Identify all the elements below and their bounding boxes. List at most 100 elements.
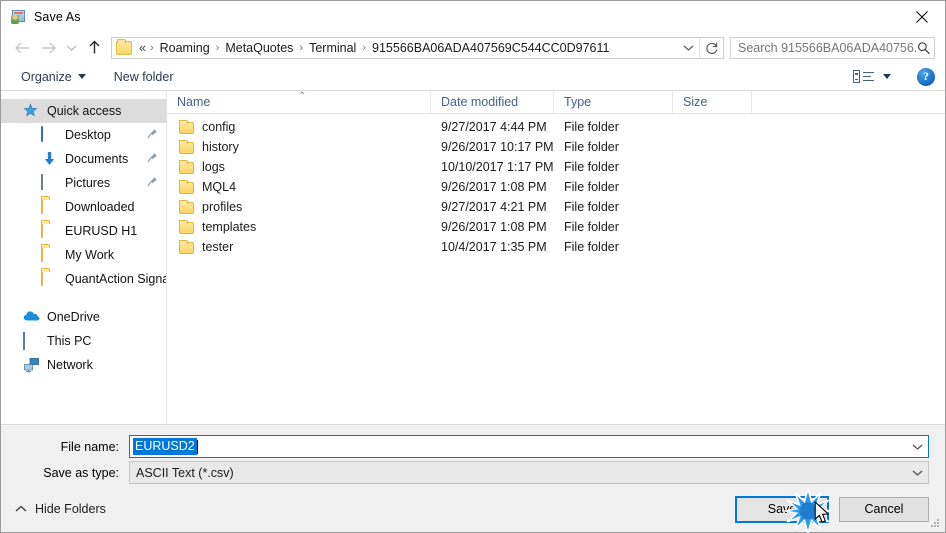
column-header-label: Date modified bbox=[441, 95, 519, 109]
file-rows: config 9/27/2017 4:44 PM File folder his… bbox=[167, 114, 945, 424]
breadcrumb-item-metaquotes[interactable]: MetaQuotes bbox=[220, 41, 298, 55]
back-button[interactable] bbox=[9, 36, 35, 60]
column-header-size[interactable]: Size bbox=[673, 91, 752, 113]
sidebar-item-label: Desktop bbox=[65, 128, 111, 142]
sidebar-item-label: Network bbox=[47, 358, 93, 372]
file-name-input[interactable]: EURUSD2 bbox=[129, 435, 929, 458]
pin-icon bbox=[147, 176, 158, 190]
file-name-label: File name: bbox=[60, 439, 119, 454]
close-button[interactable] bbox=[899, 1, 945, 32]
network-icon bbox=[23, 357, 40, 373]
sidebar-item-quantaction-signal[interactable]: QuantAction Signal bbox=[1, 267, 166, 291]
file-name-cell: config bbox=[167, 120, 431, 134]
breadcrumb-item-guid[interactable]: 915566BA06ADA407569C544CC0D97611 bbox=[367, 41, 614, 55]
pictures-icon bbox=[41, 174, 58, 191]
breadcrumb-item-terminal[interactable]: Terminal bbox=[304, 41, 361, 55]
sidebar-item-label: QuantAction Signal bbox=[65, 272, 167, 286]
folder-icon bbox=[179, 240, 194, 254]
cancel-button[interactable]: Cancel bbox=[839, 496, 929, 522]
table-row[interactable]: MQL4 9/26/2017 1:08 PM File folder bbox=[167, 177, 945, 197]
breadcrumb-overflow[interactable]: « bbox=[136, 41, 149, 55]
file-name-cell: history bbox=[167, 140, 431, 154]
sort-ascending-icon: ⌃ bbox=[298, 91, 307, 102]
sidebar-item-this-pc[interactable]: This PC bbox=[1, 329, 166, 353]
onedrive-cloud-icon bbox=[23, 309, 40, 325]
view-layout-icon[interactable] bbox=[853, 69, 875, 85]
documents-icon bbox=[41, 151, 58, 167]
hide-folders-label: Hide Folders bbox=[35, 502, 106, 516]
table-row[interactable]: config 9/27/2017 4:44 PM File folder bbox=[167, 117, 945, 137]
sidebar-item-onedrive[interactable]: OneDrive bbox=[1, 305, 166, 329]
sidebar-item-downloaded[interactable]: Downloaded bbox=[1, 195, 166, 219]
star-pin-icon bbox=[23, 103, 40, 119]
sidebar-item-my-work[interactable]: My Work bbox=[1, 243, 166, 267]
help-button[interactable]: ? bbox=[917, 67, 935, 86]
forward-button[interactable] bbox=[35, 36, 61, 60]
folder-icon bbox=[179, 220, 194, 234]
folder-icon bbox=[41, 270, 58, 287]
up-one-level-button[interactable] bbox=[81, 36, 107, 60]
chevron-down-icon bbox=[683, 45, 693, 51]
column-header-type[interactable]: Type bbox=[554, 91, 673, 113]
search-input[interactable]: Search 915566BA06ADA40756... bbox=[730, 36, 935, 59]
folder-icon bbox=[179, 140, 194, 154]
column-header-label: Type bbox=[564, 95, 592, 109]
folder-icon bbox=[41, 198, 58, 215]
desktop-icon bbox=[41, 126, 58, 143]
text-caret bbox=[196, 439, 198, 454]
resize-grip-icon[interactable] bbox=[929, 517, 941, 529]
sidebar-item-desktop[interactable]: Desktop bbox=[1, 123, 166, 147]
chevron-down-icon bbox=[77, 74, 86, 79]
file-name-cell: logs bbox=[167, 160, 431, 174]
file-name: profiles bbox=[202, 200, 243, 214]
table-row[interactable]: profiles 9/27/2017 4:21 PM File folder bbox=[167, 197, 945, 217]
save-as-type-value: ASCII Text (*.csv) bbox=[136, 465, 234, 480]
folder-icon bbox=[41, 222, 58, 239]
table-row[interactable]: tester 10/4/2017 1:35 PM File folder bbox=[167, 237, 945, 257]
save-as-type-select[interactable]: ASCII Text (*.csv) bbox=[129, 461, 929, 484]
organize-button[interactable]: Organize bbox=[15, 67, 92, 87]
sidebar-item-quick-access[interactable]: Quick access bbox=[1, 99, 166, 123]
sidebar-item-network[interactable]: Network bbox=[1, 353, 166, 377]
save-button[interactable]: Save bbox=[735, 495, 829, 523]
sidebar-item-documents[interactable]: Documents bbox=[1, 147, 166, 171]
breadcrumb-item-roaming[interactable]: Roaming bbox=[155, 41, 215, 55]
column-header-date-modified[interactable]: Date modified bbox=[431, 91, 554, 113]
save-as-type-dropdown-button[interactable] bbox=[906, 462, 928, 483]
table-row[interactable]: history 9/26/2017 10:17 PM File folder bbox=[167, 137, 945, 157]
file-name: config bbox=[202, 120, 236, 134]
new-folder-button[interactable]: New folder bbox=[108, 67, 180, 87]
file-name: templates bbox=[202, 220, 257, 234]
save-as-app-icon bbox=[10, 9, 26, 25]
file-date-cell: 9/26/2017 1:08 PM bbox=[441, 180, 547, 194]
file-type-cell: File folder bbox=[564, 160, 619, 174]
refresh-button[interactable] bbox=[699, 37, 723, 58]
view-options-chevron-down-icon[interactable] bbox=[883, 74, 891, 79]
address-bar[interactable]: « › Roaming › MetaQuotes › Terminal › 91… bbox=[111, 36, 724, 59]
file-name-cell: MQL4 bbox=[167, 180, 431, 194]
dialog-footer: Hide Folders Save Cancel bbox=[1, 486, 945, 532]
sidebar-item-label: OneDrive bbox=[47, 310, 100, 324]
file-name-dropdown-button[interactable] bbox=[906, 436, 928, 457]
folder-icon bbox=[179, 120, 194, 134]
table-row[interactable]: templates 9/26/2017 1:08 PM File folder bbox=[167, 217, 945, 237]
hide-folders-button[interactable]: Hide Folders bbox=[15, 502, 106, 516]
sidebar-item-label: Pictures bbox=[65, 176, 111, 190]
file-type-cell: File folder bbox=[564, 200, 619, 214]
column-header-name[interactable]: Name ⌃ bbox=[167, 91, 431, 113]
pin-icon bbox=[147, 152, 158, 166]
dialog-body: Quick access Desktop Documents Pictures … bbox=[1, 91, 945, 424]
sidebar-item-pictures[interactable]: Pictures bbox=[1, 171, 166, 195]
save-as-dialog: Save As « › Roaming › MetaQuotes › Termi… bbox=[0, 0, 946, 533]
recent-locations-button[interactable] bbox=[61, 36, 81, 60]
file-type-cell: File folder bbox=[564, 140, 619, 154]
folder-icon bbox=[116, 38, 132, 55]
file-list-pane: Name ⌃ Date modified Type Size config 9/… bbox=[167, 91, 945, 424]
save-form: File name: EURUSD2 Save as type: ASCII T… bbox=[1, 424, 945, 486]
close-icon bbox=[916, 10, 928, 23]
sidebar-item-eurusd-h1[interactable]: EURUSD H1 bbox=[1, 219, 166, 243]
file-date-cell: 9/27/2017 4:21 PM bbox=[441, 200, 547, 214]
table-row[interactable]: logs 10/10/2017 1:17 PM File folder bbox=[167, 157, 945, 177]
chevron-up-icon bbox=[15, 505, 27, 512]
address-dropdown-button[interactable] bbox=[677, 38, 699, 58]
